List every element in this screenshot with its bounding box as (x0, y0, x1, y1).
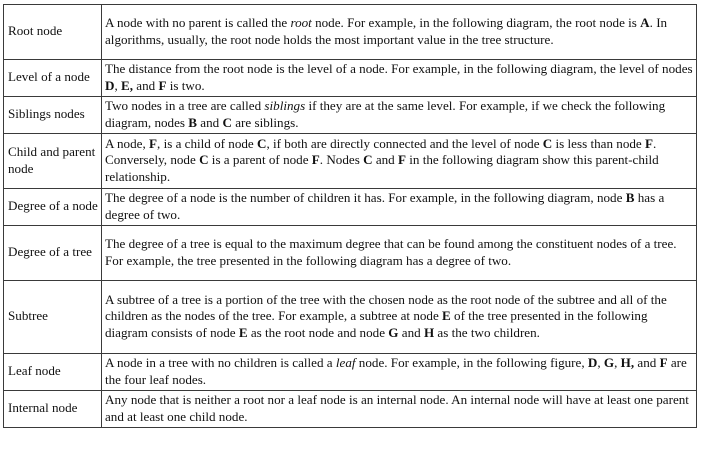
table-row: Internal node Any node that is neither a … (3, 390, 697, 428)
description-text: The degree of a tree is equal to the max… (105, 236, 677, 268)
bold-text: D (587, 355, 598, 371)
description-text: and (398, 324, 424, 340)
description-text: is two. (166, 77, 205, 93)
bold-text: C (363, 152, 373, 168)
term-cell: Subtree (3, 280, 102, 354)
description-cell: A node with no parent is called the root… (101, 4, 697, 60)
italic-text: siblings (264, 98, 306, 114)
table-row: Root node A node with no parent is called… (3, 4, 697, 60)
table-row: Subtree A subtree of a tree is a portion … (3, 280, 697, 354)
description-text: . Nodes (319, 152, 364, 168)
bold-text: G (603, 355, 615, 371)
description-cell: The distance from the root node is the l… (101, 59, 697, 97)
table-row: Degree of a tree The degree of a tree is … (3, 225, 697, 281)
description-text: Two nodes in a tree are called (105, 98, 265, 114)
description-text: Any node that is neither a root nor a le… (105, 392, 689, 424)
bold-text: E (238, 324, 248, 340)
bold-text: F (149, 135, 158, 151)
table-row: Level of a node The distance from the roo… (3, 59, 697, 97)
term-cell: Degree of a tree (3, 225, 102, 281)
bold-text: C (222, 114, 232, 130)
description-text: are siblings. (231, 114, 299, 130)
terminology-table-body: Root node A node with no parent is called… (3, 4, 697, 428)
term-cell: Internal node (3, 390, 102, 428)
description-text: The distance from the root node is the l… (105, 61, 693, 77)
bold-text: F (398, 152, 406, 168)
description-text: is less than node (552, 135, 646, 151)
description-cell: A subtree of a tree is a portion of the … (101, 280, 697, 354)
term-cell: Root node (3, 4, 102, 60)
bold-text: H (423, 324, 435, 340)
bold-text: F (645, 135, 654, 151)
description-text: node. For example, in the following diag… (311, 15, 641, 31)
bold-text: B (188, 114, 198, 130)
description-text: A node in a tree with no children is cal… (105, 355, 336, 371)
term-cell: Leaf node (3, 353, 102, 391)
bold-text: H, (620, 355, 635, 371)
terminology-table: Root node A node with no parent is called… (3, 4, 697, 428)
bold-text: F (659, 355, 668, 371)
description-text: and (133, 77, 159, 93)
description-text: A node, (105, 135, 150, 151)
description-text: node. For example, in the following figu… (355, 355, 588, 371)
description-text: , if both are directly connected and the… (266, 135, 543, 151)
bold-text: F (311, 152, 320, 168)
description-text: , is a child of node (157, 135, 258, 151)
italic-text: root (290, 15, 312, 31)
table-row: Degree of a node The degree of a node is … (3, 188, 697, 226)
table-row: Child and parent node A node, F, is a chi… (3, 133, 697, 189)
description-cell: The degree of a tree is equal to the max… (101, 225, 697, 281)
term-cell: Siblings nodes (3, 96, 102, 134)
description-text: as the root node and node (247, 324, 389, 340)
table-row: Siblings nodes Two nodes in a tree are ca… (3, 96, 697, 134)
bold-text: G (388, 324, 399, 340)
bold-text: E, (121, 77, 134, 93)
bold-text: A (640, 15, 650, 31)
term-cell: Degree of a node (3, 188, 102, 226)
description-text: A node with no parent is called the (105, 15, 291, 31)
bold-text: C (542, 135, 553, 151)
description-text: is a parent of node (208, 152, 312, 168)
description-cell: A node, F, is a child of node C, if both… (101, 133, 697, 189)
description-text: as the two children. (434, 324, 540, 340)
bold-text: C (199, 152, 209, 168)
description-cell: The degree of a node is the number of ch… (101, 188, 697, 226)
description-text: and (634, 355, 660, 371)
description-cell: Two nodes in a tree are called siblings … (101, 96, 697, 134)
table-row: Leaf node A node in a tree with no childr… (3, 353, 697, 391)
description-cell: A node in a tree with no children is cal… (101, 353, 697, 391)
description-cell: Any node that is neither a root nor a le… (101, 390, 697, 428)
description-text: and (197, 114, 223, 130)
term-cell: Child and parent node (3, 133, 102, 189)
bold-text: E (442, 308, 451, 324)
description-text: and (372, 152, 398, 168)
term-cell: Level of a node (3, 59, 102, 97)
description-text: The degree of a node is the number of ch… (105, 190, 626, 206)
italic-text: leaf (335, 355, 356, 371)
